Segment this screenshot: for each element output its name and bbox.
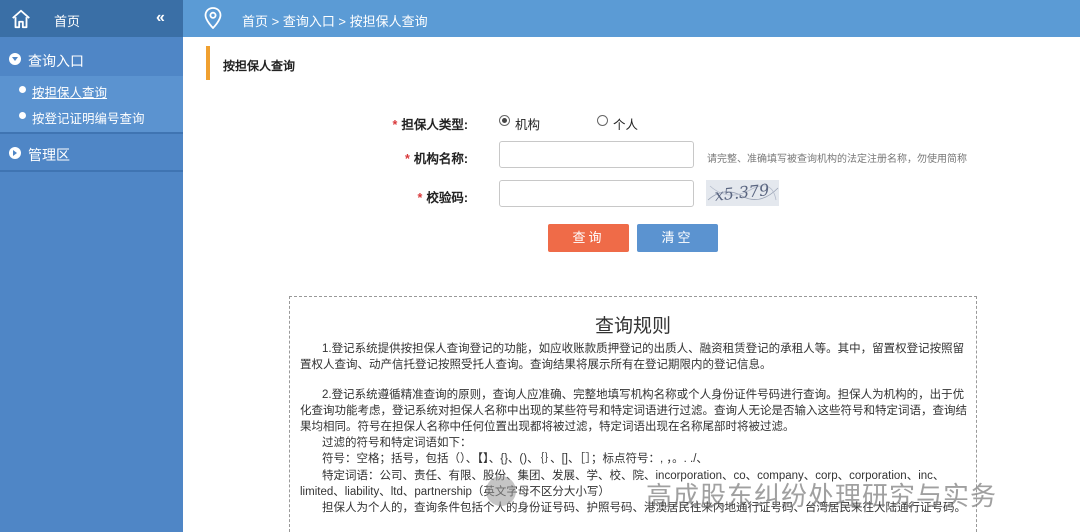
sidebar-group-query-entry[interactable]: 查询入口 [0,41,183,76]
org-name-hint: 请完整、准确填写被查询机构的法定注册名称，勿使用简称 [707,154,967,165]
captcha-image[interactable]: x5.379 [706,180,779,206]
org-name-input[interactable] [499,141,694,168]
rules-paragraph-3: 过滤的符号和特定词语如下： [322,437,472,449]
title-accent-bar [206,46,210,80]
top-bar: 首页 « 首页 > 查询入口 > 按担保人查询 [0,0,1080,37]
sidebar-group-label: 管理区 [28,147,70,163]
sidebar-item-label: 按担保人查询 [32,86,108,100]
page-title: 按担保人查询 [223,59,296,73]
sidebar-item-by-cert-number[interactable]: 按登记证明编号查询 [0,104,183,128]
sidebar-group-admin[interactable]: 管理区 [0,135,183,170]
sidebar-group-label: 查询入口 [28,53,84,69]
rules-title: 查询规则 [594,316,671,337]
sidebar-divider [0,170,183,172]
expanded-arrow-icon [9,53,21,65]
home-label: 首页 [54,14,81,29]
required-mark: * [404,152,410,166]
location-pin-icon [204,7,222,29]
home-nav[interactable]: 首页 « [0,0,183,37]
verify-code-input[interactable] [499,180,694,207]
rules-paragraph-4: 符号：空格；括号，包括（）、【】、{}、()、｛｝、[]、［］；标点符号：, ，… [322,453,708,465]
radio-org-label: 机构 [515,118,541,132]
bullet-icon [19,112,26,119]
query-button[interactable]: 查询 [548,224,629,252]
breadcrumb: 首页 > 查询入口 > 按担保人查询 [242,14,428,29]
required-mark: * [417,191,423,205]
sidebar-submenu: 按担保人查询 按登记证明编号查询 [0,76,183,132]
radio-org[interactable] [499,115,510,126]
rules-paragraph-1: 1.登记系统提供按担保人查询登记的功能，如应收账款质押登记的出质人、融资租赁登记… [300,343,965,371]
sidebar-item-label: 按登记证明编号查询 [32,112,145,126]
sidebar: 查询入口 按担保人查询 按登记证明编号查询 管理区 [0,37,183,532]
sidebar-item-by-guarantor[interactable]: 按担保人查询 [0,78,183,102]
required-mark: * [392,118,398,132]
collapsed-arrow-icon [9,147,21,159]
collapse-sidebar-icon[interactable]: « [156,9,165,27]
org-name-label: * 机构名称: [404,152,468,166]
clear-button[interactable]: 清空 [637,224,718,252]
radio-individual[interactable] [597,115,608,126]
watermark-text: 高成股东纠纷处理研究与实务 [646,481,998,511]
sidebar-divider [0,132,183,134]
rules-paragraph-2: 2.登记系统遵循精准查询的原则，查询人应准确、完整地填写机构名称或个人身份证件号… [300,389,967,433]
bullet-icon [19,86,26,93]
verify-code-label: * 校验码: [417,191,468,205]
guarantor-type-label: * 担保人类型: [392,118,468,132]
home-icon [12,9,30,29]
watermark-logo-icon [486,476,516,506]
radio-individual-label: 个人 [613,118,639,132]
